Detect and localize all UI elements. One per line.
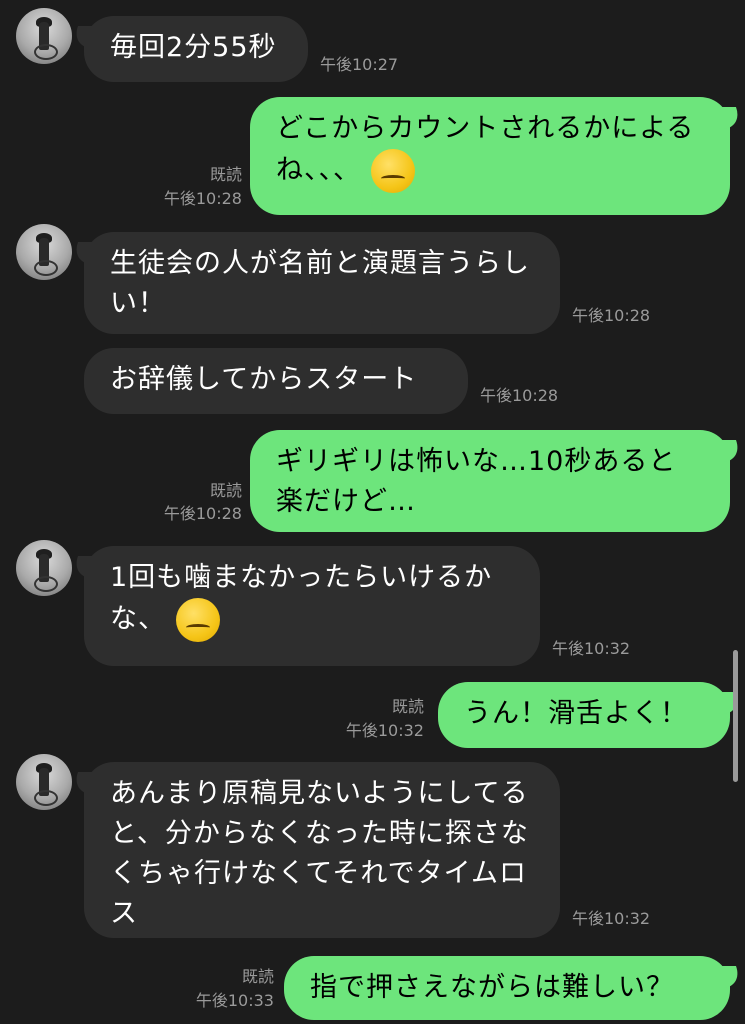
incoming-message[interactable]: 毎回2分55秒 <box>84 16 308 82</box>
read-receipt: 既読 <box>391 697 424 716</box>
contact-avatar[interactable] <box>16 8 72 64</box>
incoming-message[interactable]: あんまり原稿見ないようにしてると、分からなくなった時に探さなくちゃ行けなくてそれ… <box>84 762 560 938</box>
outgoing-message[interactable]: うん！滑舌よく！ <box>438 682 730 748</box>
message-time: 午後10:33 <box>195 991 274 1010</box>
melting-face-emoji-icon <box>175 598 220 642</box>
message-time: 午後10:28 <box>163 504 242 523</box>
message-text: 1回も噛まなかったらいけるかな、 <box>110 562 493 635</box>
message-time: 午後10:28 <box>572 306 651 325</box>
chat-view[interactable]: 毎回2分55秒 午後10:27 どこからカウントされるかによるね、、、 既読 午… <box>0 0 745 1024</box>
message-time: 午後10:28 <box>480 386 559 405</box>
outgoing-message[interactable]: 指で押さえながらは難しい？ <box>284 956 730 1020</box>
read-receipt: 既読 <box>241 967 274 986</box>
dizzy-face-emoji-icon <box>370 149 415 193</box>
message-text: あんまり原稿見ないようにしてると、分からなくなった時に探さなくちゃ行けなくてそれ… <box>110 778 529 929</box>
incoming-message[interactable]: 生徒会の人が名前と演題言うらしい！ <box>84 232 560 334</box>
message-text: 生徒会の人が名前と演題言うらしい！ <box>110 248 530 319</box>
scrollbar[interactable] <box>733 650 738 782</box>
contact-avatar[interactable] <box>16 224 72 280</box>
incoming-message[interactable]: 1回も噛まなかったらいけるかな、 <box>84 546 540 666</box>
message-text: お辞儀してからスタート <box>110 364 418 395</box>
read-receipt: 既読 <box>209 165 242 184</box>
message-text: 毎回2分55秒 <box>110 32 277 63</box>
message-time: 午後10:32 <box>345 721 424 740</box>
incoming-message[interactable]: お辞儀してからスタート <box>84 348 468 414</box>
contact-avatar[interactable] <box>16 540 72 596</box>
message-text: ギリギリは怖いな…10秒あると楽だけど… <box>276 446 677 517</box>
message-text: どこからカウントされるかによるね、、、 <box>276 113 695 186</box>
read-receipt: 既読 <box>209 481 242 500</box>
outgoing-message[interactable]: ギリギリは怖いな…10秒あると楽だけど… <box>250 430 730 532</box>
contact-avatar[interactable] <box>16 754 72 810</box>
message-text: うん！滑舌よく！ <box>464 698 688 729</box>
message-time: 午後10:28 <box>163 189 242 208</box>
outgoing-message[interactable]: どこからカウントされるかによるね、、、 <box>250 97 730 215</box>
message-time: 午後10:32 <box>552 639 631 658</box>
message-time: 午後10:32 <box>572 909 651 928</box>
message-time: 午後10:27 <box>320 55 399 74</box>
message-text: 指で押さえながらは難しい？ <box>310 972 674 1003</box>
